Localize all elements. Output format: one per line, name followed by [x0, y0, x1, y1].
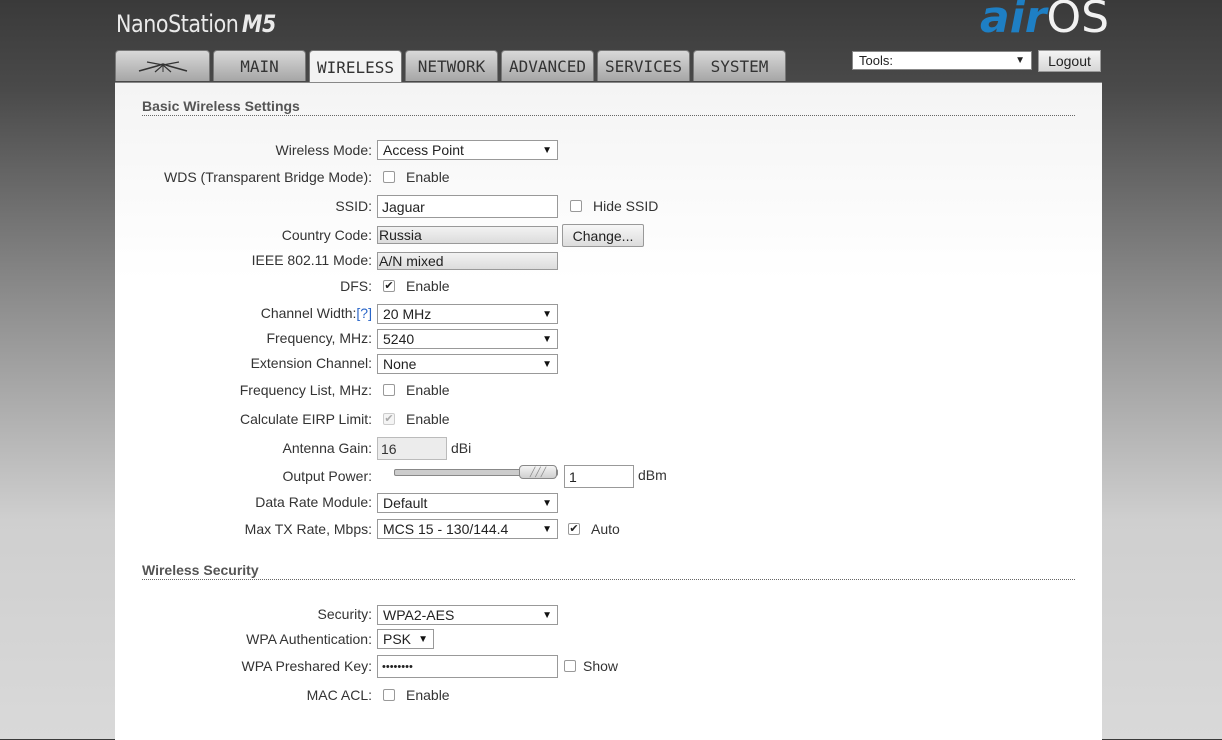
data-rate-module-label: Data Rate Module:	[255, 494, 372, 510]
channel-width-value: 20 MHz	[383, 306, 432, 322]
wds-enable-text: Enable	[406, 169, 450, 185]
extension-channel-select[interactable]: None ▼	[377, 354, 558, 374]
max-tx-rate-value: MCS 15 - 130/144.4	[383, 521, 509, 537]
wpa-auth-select[interactable]: PSK ▼	[377, 629, 434, 649]
check-icon: ✔	[384, 279, 394, 292]
frequency-label: Frequency, MHz:	[266, 330, 372, 346]
dfs-label: DFS:	[340, 278, 372, 294]
frequency-list-label: Frequency List, MHz:	[239, 382, 372, 398]
preshared-key-input[interactable]: ••••••••	[377, 655, 558, 678]
basic-wireless-title: Basic Wireless Settings	[142, 98, 300, 114]
frequency-list-checkbox[interactable]	[383, 384, 395, 396]
check-icon: ✔	[569, 522, 579, 535]
extension-channel-label: Extension Channel:	[250, 355, 372, 371]
channel-width-select[interactable]: 20 MHz ▼	[377, 304, 558, 324]
max-tx-rate-label: Max TX Rate, Mbps:	[244, 521, 372, 537]
mac-acl-enable-text: Enable	[406, 687, 450, 703]
show-key-text: Show	[583, 658, 619, 674]
wpa-auth-value: PSK	[383, 631, 412, 647]
mac-acl-label: MAC ACL:	[306, 687, 372, 703]
channel-width-label: Channel Width:[?]	[261, 305, 372, 321]
tab-wireless[interactable]: WIRELESS	[309, 50, 402, 83]
dfs-checkbox[interactable]: ✔	[383, 280, 395, 292]
logout-button[interactable]: Logout	[1038, 50, 1101, 72]
eirp-enable-text: Enable	[406, 411, 450, 427]
tab-network[interactable]: NETWORK	[405, 50, 498, 81]
wpa-auth-label: WPA Authentication:	[246, 631, 372, 647]
chevron-down-icon: ▼	[542, 523, 552, 535]
output-power-slider-handle[interactable]: ╱╱╱	[519, 465, 557, 479]
tab-system[interactable]: SYSTEM	[693, 50, 786, 81]
tab-main[interactable]: MAIN	[213, 50, 306, 81]
output-power-label: Output Power:	[282, 468, 373, 484]
airos-logo: airOS	[980, 0, 1109, 43]
mac-acl-checkbox[interactable]	[383, 689, 395, 701]
chevron-down-icon: ▼	[542, 308, 552, 320]
change-country-button[interactable]: Change...	[562, 224, 644, 247]
airos-logo-os: OS	[1046, 0, 1110, 43]
channel-width-label-text: Channel Width:	[260, 305, 357, 321]
tools-select-value: Tools:	[859, 53, 893, 68]
ssid-input[interactable]: Jaguar	[377, 195, 558, 218]
security-label: Security:	[317, 606, 372, 622]
eirp-label: Calculate EIRP Limit:	[239, 411, 372, 427]
section-divider	[142, 115, 1075, 116]
antenna-gain-label: Antenna Gain:	[282, 440, 372, 456]
section-divider	[142, 579, 1075, 580]
tools-select[interactable]: Tools: ▼	[852, 51, 1032, 70]
preshared-key-label: WPA Preshared Key:	[241, 658, 372, 674]
ubiquiti-logo-icon	[138, 61, 187, 73]
tab-ubiquiti-logo[interactable]	[115, 50, 210, 81]
chevron-down-icon: ▼	[542, 497, 552, 509]
data-rate-module-value: Default	[383, 495, 428, 511]
country-code-label: Country Code:	[281, 227, 372, 243]
airos-logo-air: air	[980, 0, 1047, 43]
check-icon: ✔	[384, 412, 394, 425]
frequency-list-enable-text: Enable	[406, 382, 450, 398]
data-rate-module-select[interactable]: Default ▼	[377, 493, 558, 513]
ieee-mode-field: A/N mixed	[377, 252, 558, 270]
wireless-mode-label: Wireless Mode:	[275, 142, 372, 158]
chevron-down-icon: ▼	[1015, 55, 1025, 66]
wds-label: WDS (Transparent Bridge Mode):	[164, 169, 372, 185]
chevron-down-icon: ▼	[542, 358, 552, 370]
chevron-down-icon: ▼	[542, 144, 552, 156]
main-tabs: MAIN WIRELESS NETWORK ADVANCED SERVICES …	[115, 50, 789, 83]
output-power-unit: dBm	[638, 467, 667, 483]
max-tx-auto-checkbox[interactable]: ✔	[568, 523, 580, 535]
country-code-field: Russia	[377, 226, 558, 244]
tab-services[interactable]: SERVICES	[597, 50, 690, 81]
extension-channel-value: None	[383, 356, 417, 372]
wireless-security-title: Wireless Security	[142, 562, 259, 578]
dfs-enable-text: Enable	[406, 278, 450, 294]
security-value: WPA2-AES	[383, 607, 455, 623]
hide-ssid-text: Hide SSID	[593, 198, 659, 214]
hide-ssid-checkbox[interactable]	[570, 200, 582, 212]
channel-width-help-link[interactable]: [?]	[356, 305, 372, 321]
max-tx-auto-text: Auto	[591, 521, 620, 537]
output-power-input[interactable]: 1	[564, 465, 634, 488]
security-select[interactable]: WPA2-AES ▼	[377, 605, 558, 625]
max-tx-rate-select[interactable]: MCS 15 - 130/144.4 ▼	[377, 519, 558, 539]
wds-checkbox[interactable]	[383, 171, 395, 183]
show-key-checkbox[interactable]	[564, 660, 576, 672]
chevron-down-icon: ▼	[542, 333, 552, 345]
product-model: M5	[241, 10, 276, 38]
frequency-value: 5240	[383, 331, 415, 347]
product-name: NanoStation	[116, 10, 239, 38]
eirp-checkbox[interactable]: ✔	[383, 413, 395, 425]
chevron-down-icon: ▼	[418, 633, 428, 645]
antenna-gain-unit: dBi	[451, 440, 472, 456]
grip-icon: ╱╱╱	[529, 466, 547, 477]
chevron-down-icon: ▼	[542, 609, 552, 621]
tab-advanced[interactable]: ADVANCED	[501, 50, 594, 81]
wireless-mode-select[interactable]: Access Point ▼	[377, 140, 558, 160]
frequency-select[interactable]: 5240 ▼	[377, 329, 558, 349]
wireless-mode-value: Access Point	[383, 142, 464, 158]
product-brand: NanoStation M5	[116, 10, 276, 38]
ieee-mode-label: IEEE 802.11 Mode:	[251, 252, 372, 268]
antenna-gain-field: 16	[377, 437, 447, 460]
ssid-label: SSID:	[335, 198, 372, 214]
